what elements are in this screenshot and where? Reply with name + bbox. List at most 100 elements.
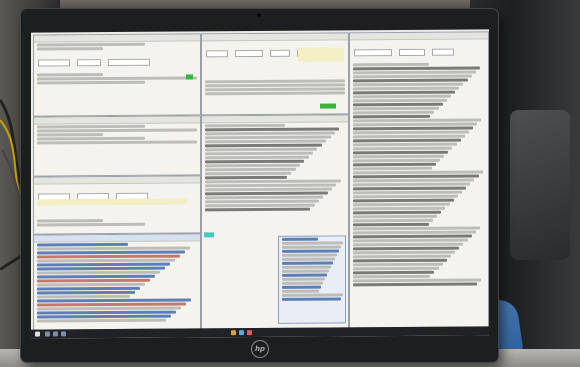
center-rows: [202, 123, 348, 212]
text-row: [282, 289, 319, 293]
form-window[interactable]: [33, 175, 201, 235]
photo-scene: hp: [0, 0, 580, 367]
app-icon[interactable]: [239, 330, 244, 336]
text-row: [353, 162, 436, 167]
text-row: [37, 318, 167, 323]
menu-row: [37, 42, 145, 47]
toolbar-row: [37, 47, 104, 51]
text-row: [282, 253, 337, 257]
text-row: [282, 293, 344, 297]
text-row: [353, 266, 439, 271]
text-row: [353, 114, 431, 119]
text-row: [353, 222, 429, 227]
text-row: [282, 249, 339, 253]
text-row: [353, 166, 432, 171]
text-row: [282, 285, 321, 289]
input-field[interactable]: [399, 48, 426, 57]
input-field[interactable]: [354, 49, 392, 57]
text-row: [353, 110, 435, 115]
text-row: [282, 273, 327, 277]
input-field[interactable]: [108, 58, 151, 67]
webcam: [257, 13, 261, 17]
input-field[interactable]: [270, 49, 291, 57]
start-icon[interactable]: [35, 331, 40, 337]
text-row: [205, 175, 287, 180]
label-row: [37, 73, 104, 77]
center-list-window[interactable]: [201, 114, 349, 330]
taskbar: [31, 326, 489, 339]
main-app-window[interactable]: [33, 33, 201, 117]
system-tray[interactable]: [425, 328, 485, 333]
yellow-panel: [298, 47, 344, 62]
pane-rows: [279, 237, 345, 301]
text-row: [282, 241, 343, 245]
app-icon[interactable]: [231, 330, 236, 336]
text-row: [282, 261, 333, 265]
text-row: [353, 102, 443, 107]
status-row: [37, 76, 197, 81]
log-titlebar[interactable]: [350, 32, 488, 41]
status-indicator: [186, 74, 193, 80]
text-row: [205, 207, 311, 212]
app-icon[interactable]: [45, 331, 50, 337]
input-field[interactable]: [206, 50, 228, 58]
settings-row: [37, 133, 104, 137]
text-row: [353, 62, 429, 67]
text-row: [353, 158, 440, 163]
field-group: [37, 51, 197, 71]
settings-titlebar[interactable]: [34, 116, 200, 125]
form-titlebar[interactable]: [34, 176, 200, 185]
text-row: [353, 218, 434, 223]
green-button[interactable]: [320, 103, 336, 109]
text-row: [282, 265, 331, 269]
status-row: [37, 80, 145, 85]
center-list-titlebar[interactable]: [202, 115, 348, 124]
log-window[interactable]: [349, 31, 489, 329]
monitor-screen: [31, 29, 489, 339]
side-list-pane[interactable]: [278, 235, 346, 324]
text-row: [353, 270, 435, 275]
settings-row: [37, 128, 197, 133]
text-row: [353, 106, 439, 111]
text-row: [282, 277, 325, 281]
text-row: [353, 154, 445, 159]
text-row: [282, 281, 323, 285]
log-lines: [350, 62, 488, 287]
message-rows: [34, 242, 200, 323]
text-row: [353, 214, 438, 219]
text-row: [282, 245, 341, 249]
main-app-titlebar[interactable]: [34, 34, 200, 43]
settings-row: [37, 140, 197, 145]
hp-logo: hp: [251, 340, 269, 358]
form-row: [37, 219, 104, 223]
settings-window[interactable]: [33, 115, 201, 177]
app-icon[interactable]: [53, 331, 58, 337]
text-row: [37, 242, 129, 247]
text-row: [353, 282, 478, 287]
text-row: [353, 262, 443, 267]
car-door-panel: [510, 110, 570, 260]
message-list-titlebar[interactable]: [34, 234, 200, 243]
text-row: [282, 297, 342, 301]
yellow-strip: [37, 198, 187, 206]
input-field[interactable]: [235, 49, 264, 58]
input-field[interactable]: [38, 59, 70, 67]
log-toolbar: [353, 41, 485, 61]
highlight-cell: [204, 232, 214, 238]
text-row: [353, 274, 431, 279]
app-icon[interactable]: [247, 330, 252, 336]
text-row: [282, 269, 329, 273]
input-field[interactable]: [432, 48, 455, 56]
app-icon[interactable]: [61, 331, 66, 337]
text-row: [205, 123, 286, 128]
center-top-window[interactable]: [201, 32, 349, 116]
slider-row[interactable]: [205, 91, 345, 96]
message-list-window[interactable]: [33, 233, 201, 331]
center-titlebar[interactable]: [202, 33, 348, 42]
text-row: [282, 257, 335, 261]
text-row: [282, 237, 319, 241]
input-field[interactable]: [77, 59, 102, 67]
form-row: [37, 222, 145, 227]
monitor: hp: [21, 9, 498, 362]
text-row: [205, 171, 292, 176]
